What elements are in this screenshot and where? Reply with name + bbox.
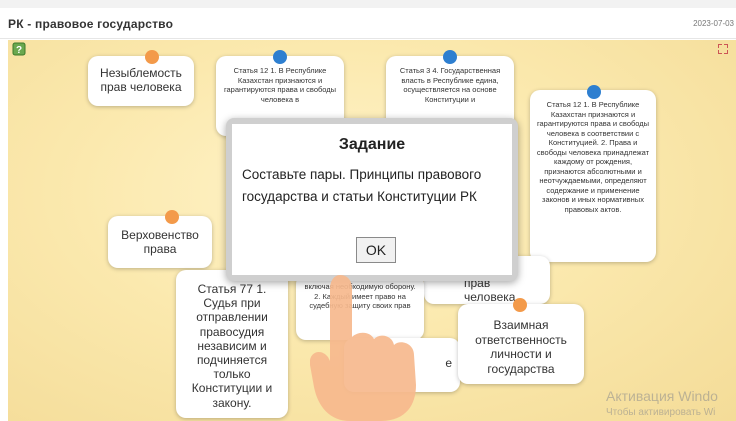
card-text: Статья 12 1. В Республике Казахстан приз… [536,100,650,214]
pair-card-article-12-full[interactable]: Статья 12 1. В Республике Казахстан приз… [530,90,656,262]
pointing-hand-icon [310,275,416,421]
connector-dot[interactable] [165,210,179,224]
dialog-text: Составьте пары. Принципы правового госуд… [242,167,482,204]
date-label: 2023-07-03 [693,19,734,28]
dialog-title: Задание [338,136,406,153]
connector-dot[interactable] [587,85,601,99]
card-text: Статья 3 4. Государственная власть в Рес… [399,66,501,104]
pair-card-principle-inviolability[interactable]: Незыблемость прав человека [88,56,194,106]
task-dialog-body: Задание Составьте пары. Принципы правово… [232,124,512,275]
connector-dot[interactable] [273,50,287,64]
connector-dot[interactable] [513,298,527,312]
card-text: Статья 77 1. Судья при отправлении право… [191,282,273,410]
task-dialog: Задание Составьте пары. Принципы правово… [226,118,518,281]
app-header: РК - правовое государство 2023-07-03 [0,8,736,39]
card-text: Незыблемость прав человека [100,66,182,94]
card-text: Взаимная ответственность личности и госу… [475,318,567,376]
activation-watermark-title: Активация Windo [606,388,718,404]
card-text: Статья 12 1. В Республике Казахстан приз… [223,66,337,104]
pair-card-principle-mutual-responsibility[interactable]: Взаимная ответственность личности и госу… [458,304,584,384]
expand-icon[interactable] [718,44,728,54]
page-title: РК - правовое государство [8,17,174,31]
activation-watermark-subtitle: Чтобы активировать Wi [606,407,716,418]
top-strip [0,0,736,8]
card-text: Верховенство права [121,228,199,256]
connector-dot[interactable] [443,50,457,64]
pair-card-principle-rule-of-law[interactable]: Верховенство права [108,216,212,268]
svg-text:?: ? [16,45,22,56]
ok-button[interactable]: OK [356,237,396,263]
pair-card-article-77[interactable]: Статья 77 1. Судья при отправлении право… [176,270,288,418]
connector-dot[interactable] [145,50,159,64]
help-question-icon[interactable]: ? [12,42,26,56]
